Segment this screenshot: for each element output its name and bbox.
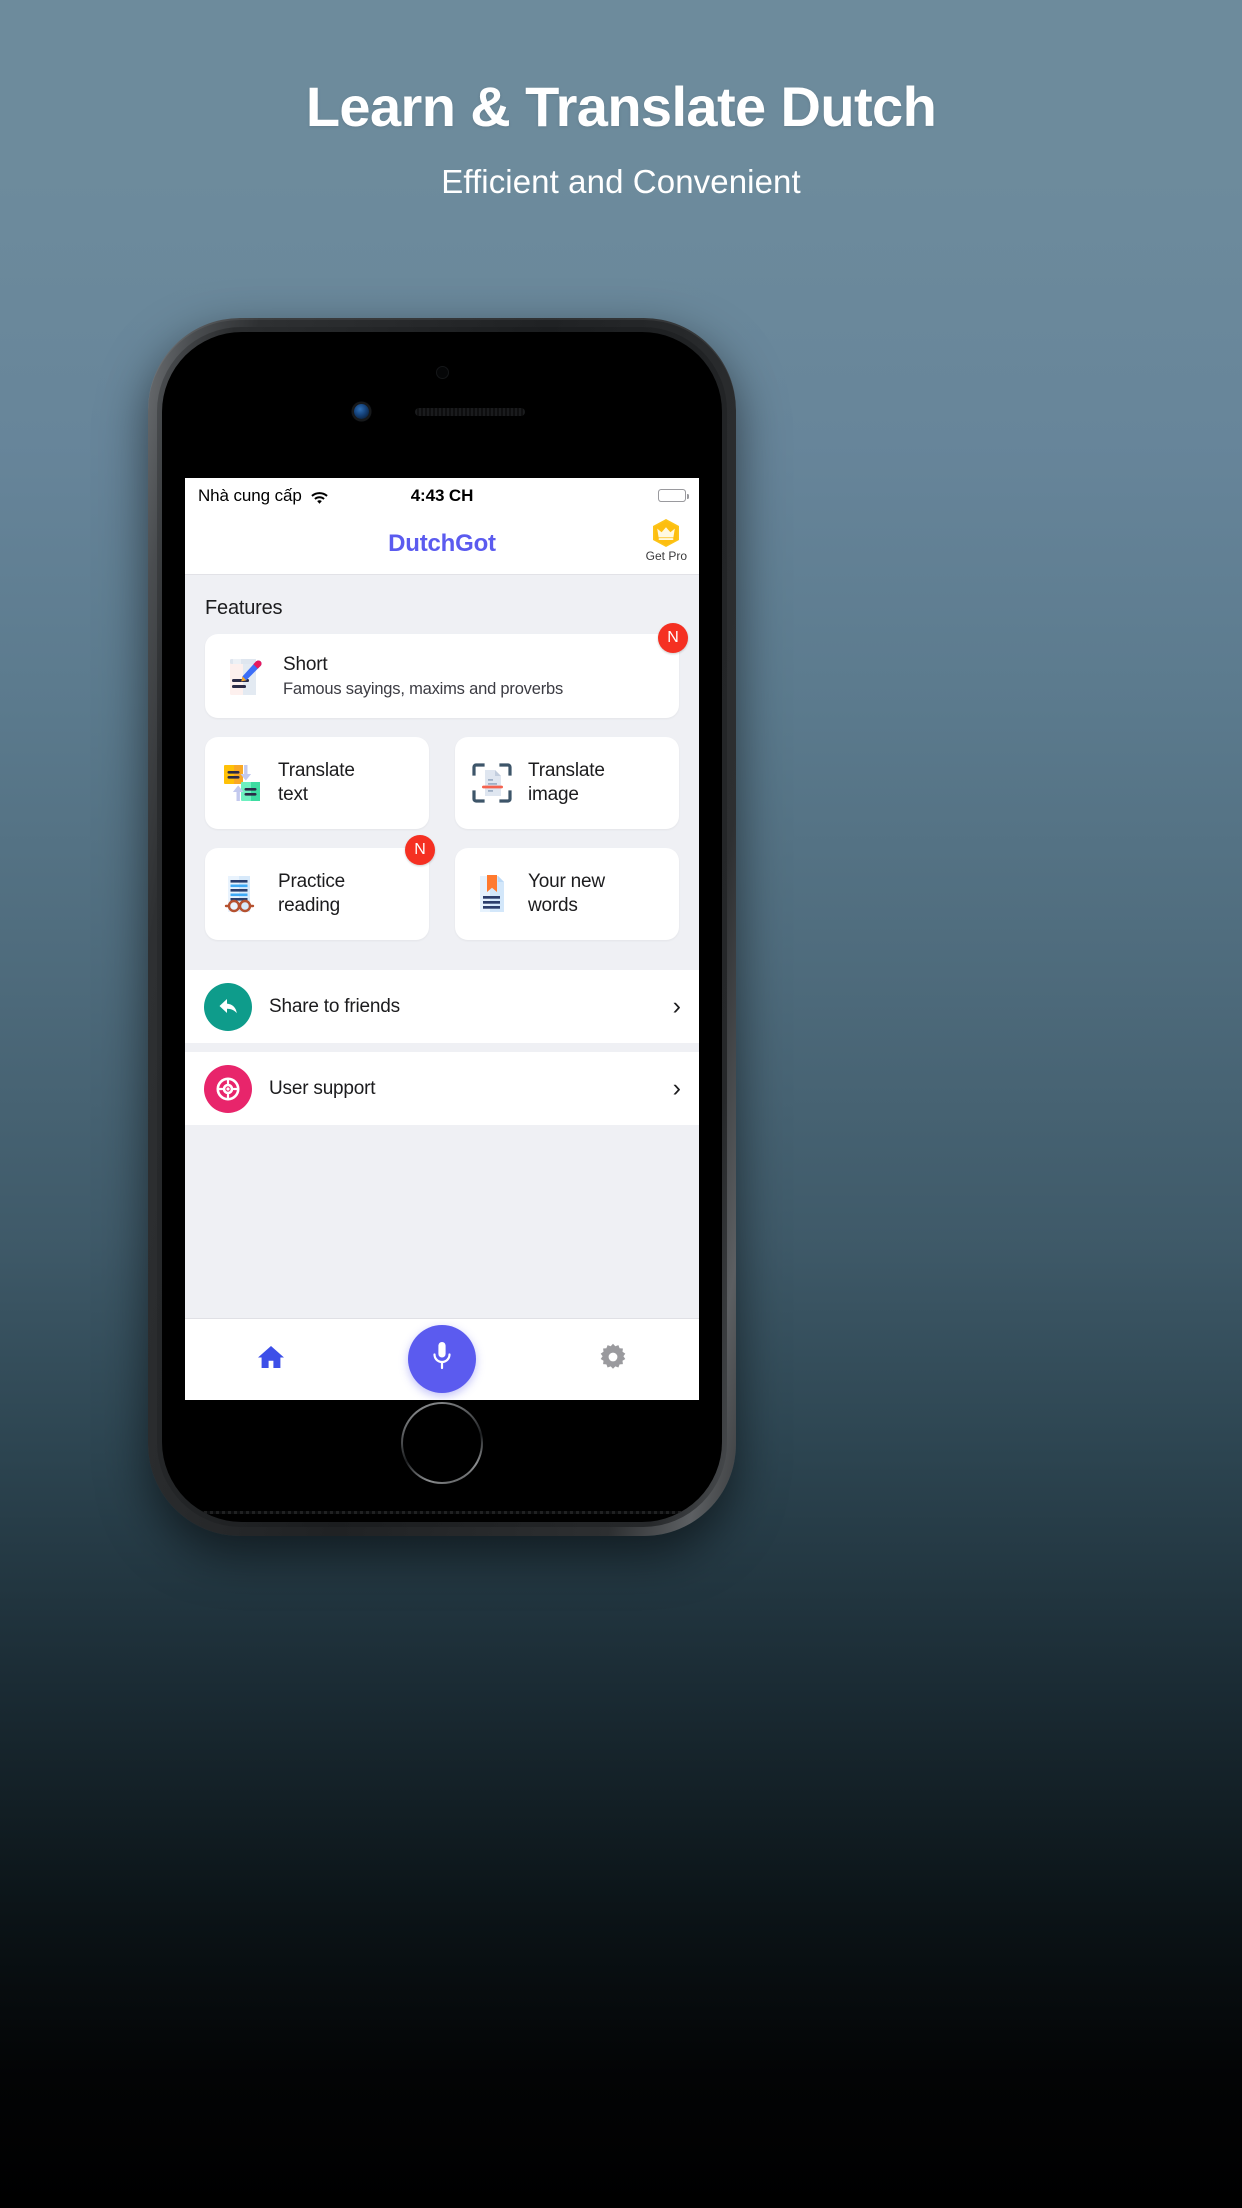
status-bar-right bbox=[658, 488, 689, 503]
phone-top-sensors bbox=[162, 332, 722, 480]
feature-card-practice-reading[interactable]: Practice reading N bbox=[205, 835, 435, 940]
share-arrow-icon bbox=[204, 982, 252, 1031]
feature-card-short-title: Short bbox=[283, 653, 328, 675]
lifebuoy-icon bbox=[204, 1064, 252, 1113]
feature-grid-row-1: Translate text Translate image bbox=[205, 737, 679, 829]
feature-card-translate-text[interactable]: Translate text bbox=[205, 737, 429, 829]
phone-device-frame: Nhà cung cấp 4:43 CH DutchGot Get Pro Fe… bbox=[148, 318, 736, 1536]
feature-card-translate-image[interactable]: Translate image bbox=[455, 737, 679, 829]
status-bar: Nhà cung cấp 4:43 CH bbox=[185, 478, 699, 513]
feature-card-your-new-words[interactable]: Your new words bbox=[455, 848, 679, 940]
reading-glasses-icon bbox=[218, 870, 266, 918]
phone-bezel: Nhà cung cấp 4:43 CH DutchGot Get Pro Fe… bbox=[162, 332, 722, 1522]
feature-card-practice-reading-title: Practice reading bbox=[278, 871, 346, 916]
app-title: DutchGot bbox=[388, 529, 496, 557]
row-user-support-label: User support bbox=[269, 1077, 376, 1099]
bookmark-document-icon bbox=[468, 870, 516, 918]
tab-home[interactable] bbox=[236, 1332, 306, 1388]
row-share-to-friends-label: Share to friends bbox=[269, 995, 400, 1017]
home-icon bbox=[256, 1343, 286, 1376]
feature-card-translate-text-title: Translate text bbox=[278, 760, 355, 805]
feature-card-short-texts: Short Famous sayings, maxims and proverb… bbox=[283, 654, 563, 699]
microphone-icon bbox=[427, 1339, 457, 1378]
features-card-area: Short Famous sayings, maxims and proverb… bbox=[185, 623, 699, 940]
chevron-right-icon: › bbox=[672, 992, 681, 1020]
promo-header: Learn & Translate Dutch Efficient and Co… bbox=[0, 0, 1242, 201]
proximity-sensor-icon bbox=[436, 366, 449, 379]
note-pencil-icon bbox=[221, 652, 269, 700]
row-user-support[interactable]: User support › bbox=[185, 1052, 699, 1125]
translate-text-icon bbox=[218, 759, 266, 807]
row-share-to-friends[interactable]: Share to friends › bbox=[185, 970, 699, 1043]
feature-card-short[interactable]: Short Famous sayings, maxims and proverb… bbox=[205, 623, 688, 718]
app-navbar: DutchGot Get Pro bbox=[185, 513, 699, 575]
bottom-tab-bar bbox=[185, 1318, 699, 1400]
earpiece-speaker-icon bbox=[415, 408, 525, 416]
gear-icon bbox=[598, 1342, 628, 1377]
tab-settings[interactable] bbox=[578, 1332, 648, 1388]
crown-hexagon-icon bbox=[650, 518, 682, 548]
phone-device-inner-frame: Nhà cung cấp 4:43 CH DutchGot Get Pro Fe… bbox=[157, 327, 727, 1527]
feature-card-short-subtitle: Famous sayings, maxims and proverbs bbox=[283, 679, 564, 698]
promo-title: Learn & Translate Dutch bbox=[305, 75, 937, 138]
features-section-title: Features bbox=[205, 597, 283, 619]
feature-grid-row-2: Practice reading N Your new words bbox=[205, 835, 679, 940]
feature-card-translate-image-title: Translate image bbox=[528, 760, 605, 805]
new-badge: N bbox=[405, 835, 435, 865]
get-pro-button[interactable]: Get Pro bbox=[646, 518, 687, 563]
phone-screen: Nhà cung cấp 4:43 CH DutchGot Get Pro Fe… bbox=[185, 478, 699, 1400]
chevron-right-icon: › bbox=[672, 1074, 681, 1102]
battery-full-icon bbox=[658, 488, 689, 503]
translate-image-icon bbox=[468, 759, 516, 807]
tab-microphone[interactable] bbox=[408, 1324, 476, 1393]
bottom-speaker-grille bbox=[162, 1511, 722, 1514]
action-rows: Share to friends › User support › bbox=[185, 970, 699, 1125]
home-button[interactable] bbox=[401, 1402, 483, 1484]
new-badge: N bbox=[658, 623, 688, 653]
promo-subtitle: Efficient and Convenient bbox=[441, 162, 801, 200]
get-pro-label: Get Pro bbox=[645, 549, 687, 563]
front-camera-icon bbox=[354, 404, 369, 419]
feature-card-your-new-words-title: Your new words bbox=[528, 871, 605, 916]
main-content: Features Short Famous sayings, maxims an… bbox=[185, 575, 699, 1318]
clock-label: 4:43 CH bbox=[410, 485, 474, 505]
